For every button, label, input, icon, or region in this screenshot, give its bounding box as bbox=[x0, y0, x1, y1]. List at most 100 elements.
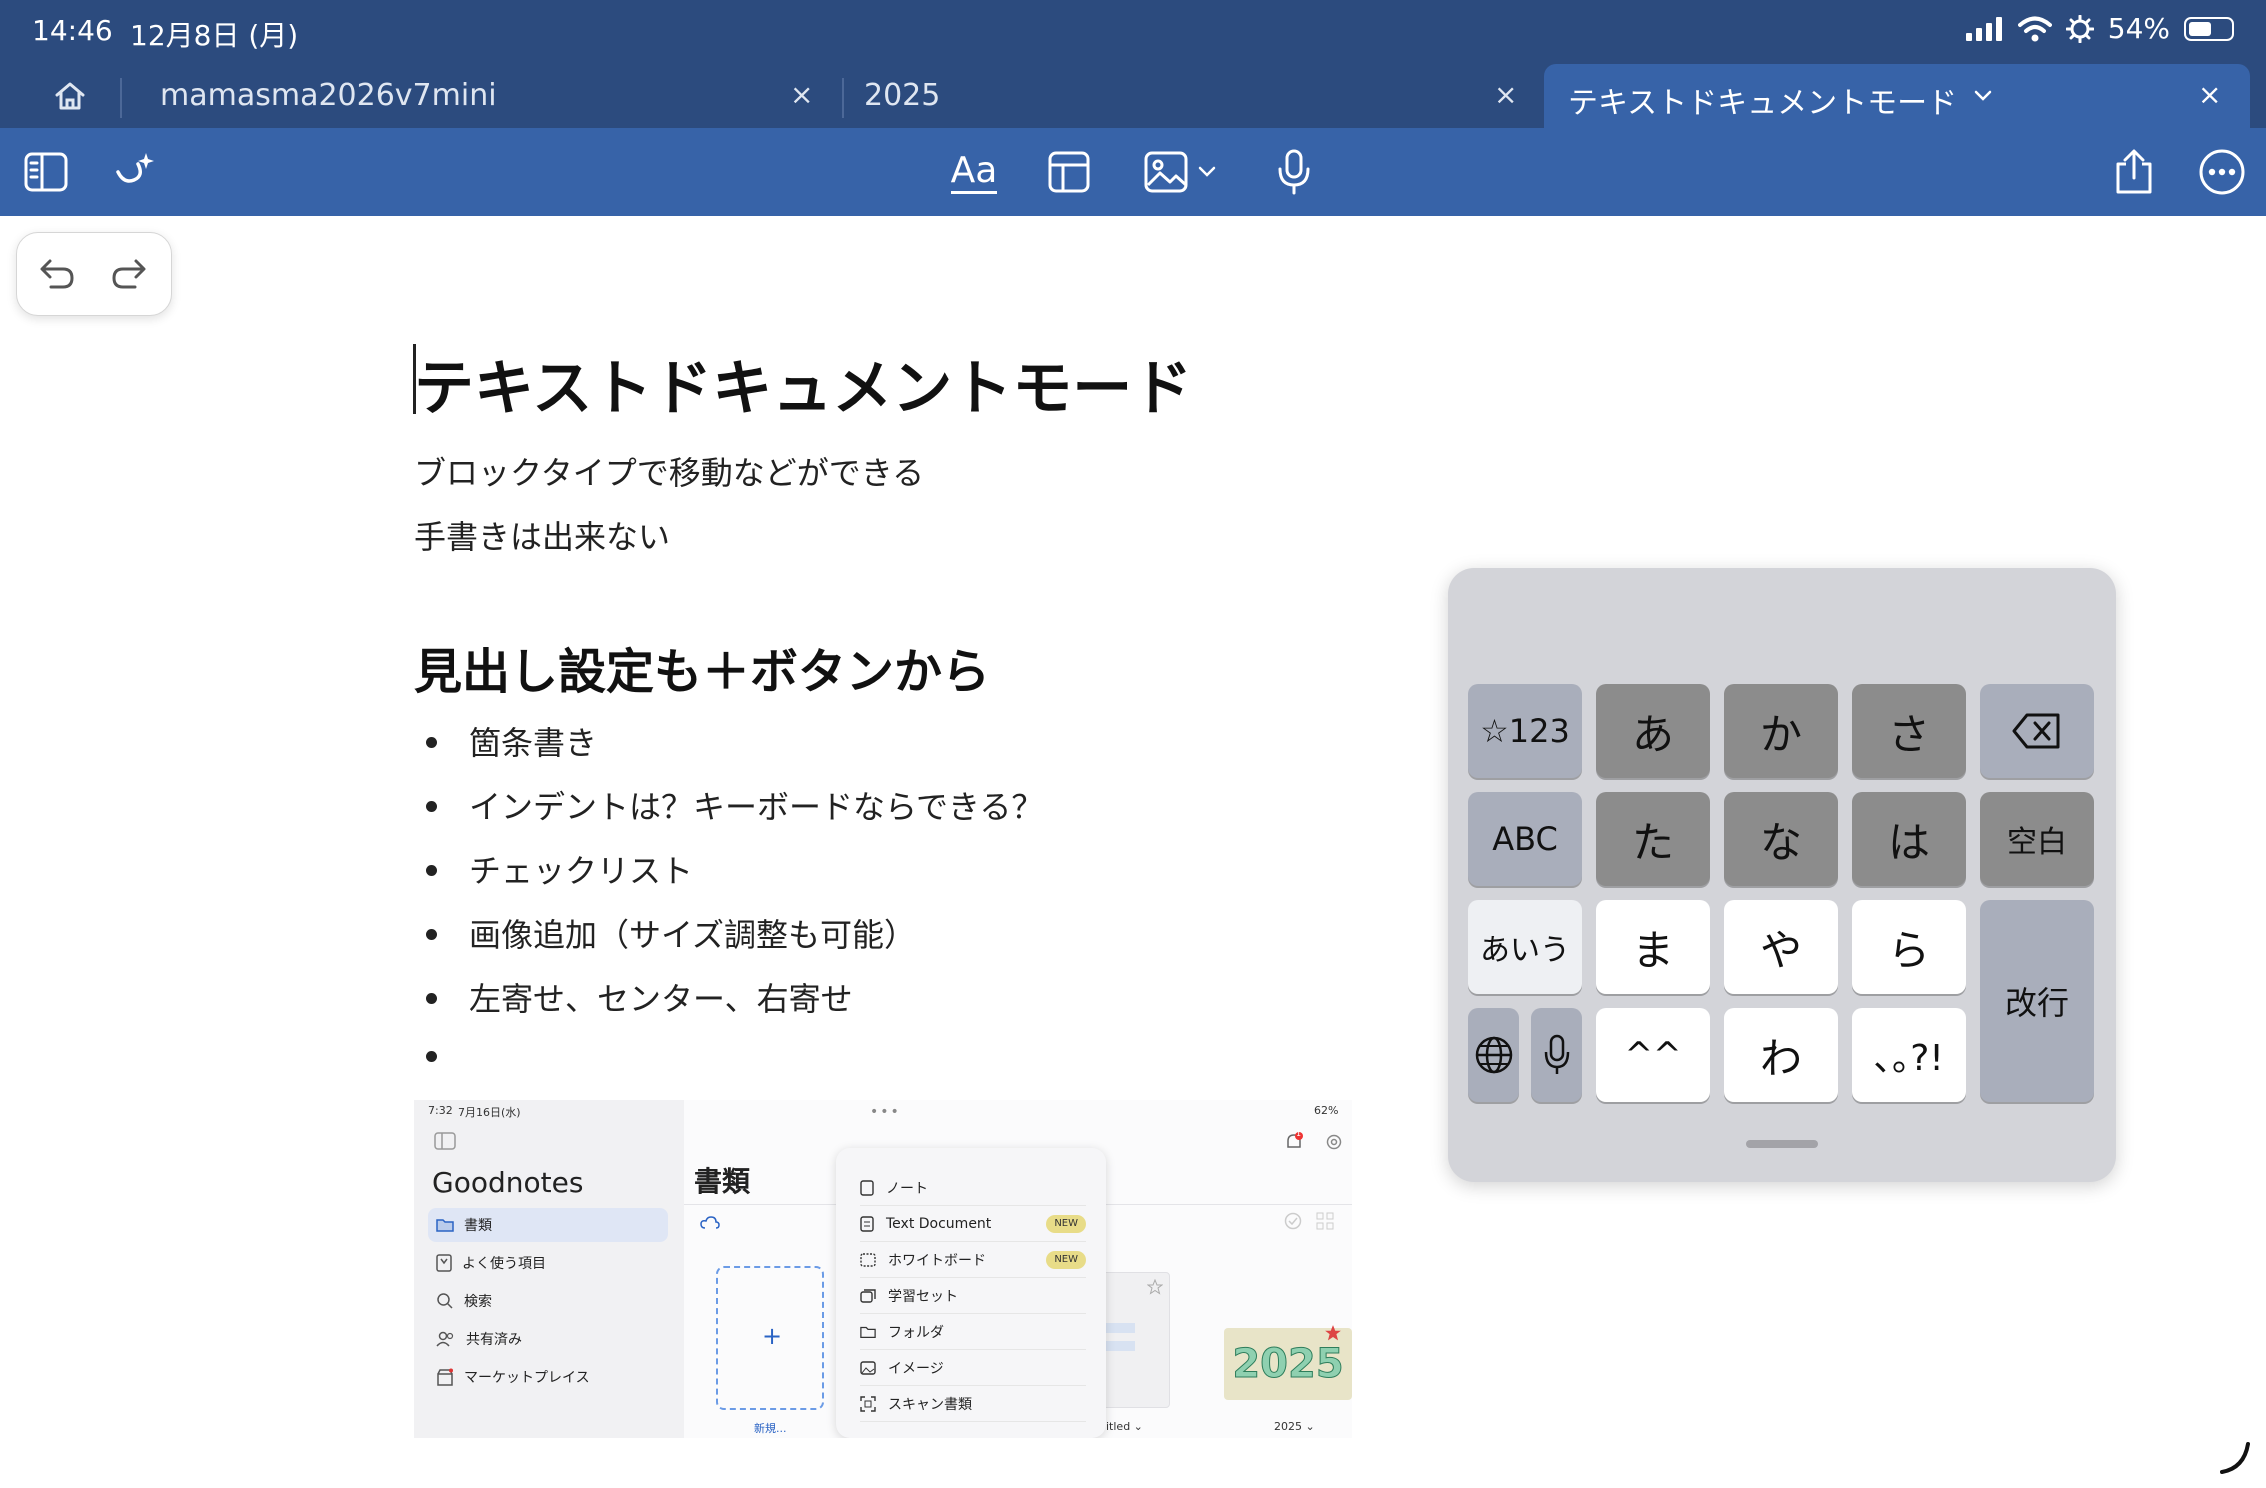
key-ta[interactable]: た bbox=[1596, 792, 1710, 886]
menu-item-label: 学習セット bbox=[888, 1288, 958, 1305]
key-ha[interactable]: は bbox=[1852, 792, 1966, 886]
bullet-marker bbox=[426, 992, 437, 1004]
tab-divider bbox=[120, 78, 122, 118]
tab-2025[interactable]: 2025 × bbox=[864, 64, 1524, 128]
microphone-icon bbox=[1544, 1034, 1569, 1074]
paragraph[interactable]: ブロックタイプで移動などができる bbox=[414, 448, 924, 494]
bullet-marker bbox=[426, 864, 437, 876]
close-icon[interactable]: × bbox=[790, 78, 813, 111]
status-time: 14:46 bbox=[32, 14, 113, 47]
key-ra[interactable]: ら bbox=[1852, 900, 1966, 994]
abc-key[interactable]: ABC bbox=[1468, 792, 1582, 886]
home-tab[interactable] bbox=[30, 64, 110, 128]
sidebar-toggle-button[interactable] bbox=[18, 144, 74, 200]
embedded-app-title: Goodnotes bbox=[432, 1166, 584, 1199]
floating-keyboard: ☆123 あ か さ ABC た な は 空白 あいう ま や ら 改行 ^^ … bbox=[1448, 568, 2116, 1182]
share-button[interactable] bbox=[2108, 144, 2160, 200]
embedded-status-battery: 62% bbox=[1314, 1104, 1339, 1117]
embedded-sidebar-label: マーケットプレイス bbox=[464, 1370, 590, 1386]
key-ya[interactable]: や bbox=[1724, 900, 1838, 994]
embedded-sidebar-label: 書類 bbox=[464, 1218, 492, 1234]
punctuation-key[interactable]: ､｡?! bbox=[1852, 1008, 1966, 1102]
menu-item: イメージ bbox=[860, 1350, 1086, 1386]
folder-icon bbox=[436, 1219, 454, 1232]
study-set-icon bbox=[860, 1288, 876, 1303]
menu-item-label: ノート bbox=[886, 1180, 928, 1197]
emoticon-key[interactable]: ^^ bbox=[1596, 1008, 1710, 1102]
embedded-sidebar-item: 書類 bbox=[428, 1208, 668, 1242]
microphone-icon bbox=[1278, 149, 1310, 195]
sidebar-icon bbox=[434, 1132, 456, 1150]
key-a[interactable]: あ bbox=[1596, 684, 1710, 778]
gear-icon bbox=[1326, 1134, 1342, 1150]
keyboard-drag-handle[interactable] bbox=[1746, 1140, 1818, 1148]
kana-mode-key[interactable]: あいう bbox=[1468, 900, 1582, 994]
bullet-item[interactable] bbox=[426, 1038, 469, 1076]
chevron-down-icon[interactable] bbox=[1974, 90, 1992, 102]
toolbar: Aa bbox=[0, 128, 2266, 216]
battery-icon bbox=[2184, 16, 2234, 41]
numbers-symbols-key[interactable]: ☆123 bbox=[1468, 684, 1582, 778]
tab-mamasma[interactable]: mamasma2026v7mini × bbox=[160, 64, 820, 128]
more-options-button[interactable] bbox=[2196, 144, 2248, 200]
key-sa[interactable]: さ bbox=[1852, 684, 1966, 778]
bullet-item[interactable]: 箇条書き bbox=[426, 718, 597, 764]
bookmark-icon bbox=[436, 1254, 452, 1272]
battery-level bbox=[2189, 21, 2211, 36]
star-icon bbox=[1147, 1279, 1163, 1295]
new-document-card: + bbox=[716, 1266, 824, 1410]
table-button[interactable] bbox=[1044, 144, 1094, 200]
bullet-item[interactable]: インデントは？キーボードならできる？ bbox=[426, 782, 1043, 828]
embedded-status-time: 7:32 bbox=[428, 1104, 453, 1117]
ai-assist-button[interactable] bbox=[108, 144, 164, 200]
document-title[interactable]: テキストドキュメントモード bbox=[414, 340, 1192, 427]
close-icon[interactable]: × bbox=[1494, 78, 1517, 111]
globe-key[interactable] bbox=[1468, 1008, 1519, 1102]
embedded-image[interactable]: 7:32 7月16日(水) Goodnotes 書類 よく使う項目 検索 共有済… bbox=[414, 1100, 1352, 1438]
bullet-item[interactable]: 画像追加（サイズ調整も可能） bbox=[426, 910, 916, 956]
dictation-key[interactable] bbox=[1531, 1008, 1582, 1102]
wifi-icon bbox=[2017, 16, 2052, 41]
backspace-key[interactable] bbox=[1980, 684, 2094, 778]
paragraph[interactable]: 手書きは出来ない bbox=[414, 512, 670, 558]
return-key[interactable]: 改行 bbox=[1980, 900, 2094, 1102]
bullet-item[interactable]: 左寄せ、センター、右寄せ bbox=[426, 974, 853, 1020]
menu-item: 学習セット bbox=[860, 1278, 1086, 1314]
dictation-button[interactable] bbox=[1270, 144, 1318, 200]
tab-label: 2025 bbox=[864, 78, 941, 113]
resize-corner-icon bbox=[2220, 1442, 2250, 1474]
menu-item-label: Text Document bbox=[886, 1215, 992, 1232]
new-item-menu: ノート Text Document NEW ホワイトボード NEW 学習セット … bbox=[836, 1148, 1106, 1438]
key-ma[interactable]: ま bbox=[1596, 900, 1710, 994]
key-ka[interactable]: か bbox=[1724, 684, 1838, 778]
status-date: 12月8日 (月) bbox=[130, 19, 299, 52]
store-icon bbox=[437, 1368, 453, 1386]
cloud-icon bbox=[700, 1216, 720, 1229]
insert-image-button[interactable] bbox=[1140, 144, 1220, 200]
status-indicators: 54% bbox=[1965, 12, 2234, 45]
space-key[interactable]: 空白 bbox=[1980, 792, 2094, 886]
bullet-marker bbox=[426, 800, 437, 812]
key-wa[interactable]: わ bbox=[1724, 1008, 1838, 1102]
year-label: 2025 ⌄ bbox=[1274, 1420, 1315, 1433]
menu-item: ホワイトボード NEW bbox=[860, 1242, 1086, 1278]
bullet-item[interactable]: チェックリスト bbox=[426, 846, 693, 892]
key-na[interactable]: な bbox=[1724, 792, 1838, 886]
redo-icon[interactable] bbox=[111, 257, 147, 291]
bullet-marker bbox=[426, 1050, 437, 1062]
undo-icon[interactable] bbox=[39, 257, 75, 291]
app-window: 14:46 12月8日 (月) 54% mamasma2026v7mini × … bbox=[0, 0, 2266, 1488]
close-icon[interactable]: × bbox=[2198, 78, 2221, 111]
embedded-status-date: 7月16日(水) bbox=[458, 1106, 521, 1119]
tab-text-document-mode[interactable]: テキストドキュメントモード × bbox=[1544, 64, 2250, 128]
bullet-text: チェックリスト bbox=[469, 852, 694, 890]
text-format-button[interactable]: Aa bbox=[944, 144, 1004, 200]
star-icon bbox=[1325, 1325, 1341, 1341]
menu-item: フォルダ bbox=[860, 1314, 1086, 1350]
plus-icon: + bbox=[762, 1322, 783, 1350]
bullet-text: 左寄せ、センター、右寄せ bbox=[469, 980, 853, 1018]
signal-icon bbox=[1965, 16, 2002, 41]
menu-item-label: フォルダ bbox=[888, 1324, 944, 1341]
heading[interactable]: 見出し設定も＋ボタンから bbox=[414, 632, 990, 702]
tab-label: mamasma2026v7mini bbox=[160, 78, 497, 113]
